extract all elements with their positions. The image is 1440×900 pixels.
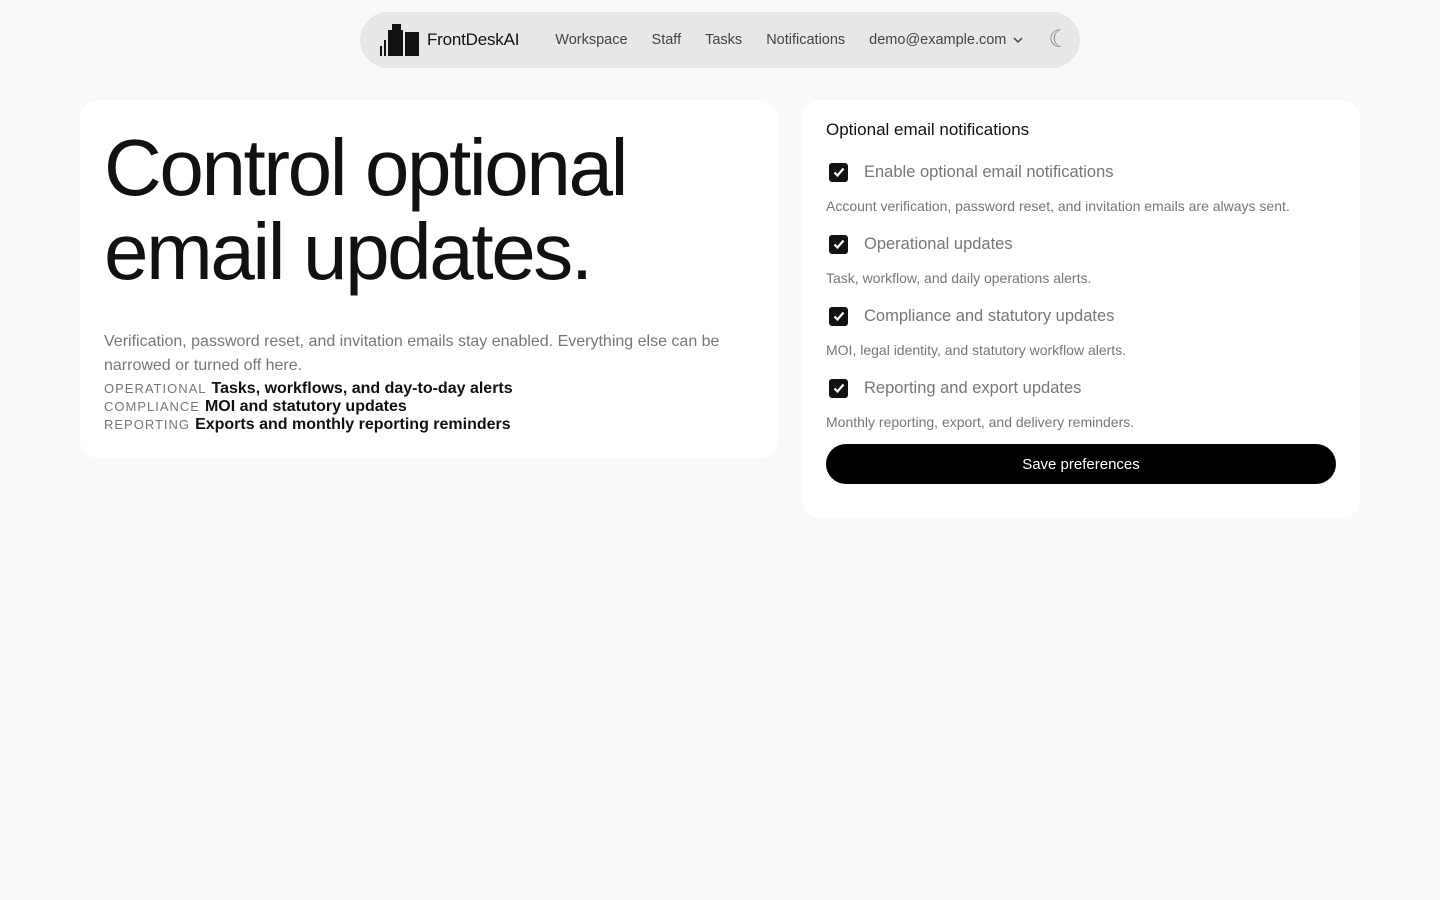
preferences-card: Optional email notifications Enable opti… <box>802 100 1360 518</box>
operational-toggle[interactable]: Operational updates <box>826 228 1336 260</box>
category-value: Exports and monthly reporting reminders <box>195 416 511 433</box>
option-enable-optional: Enable optional email notifications Acco… <box>826 156 1336 214</box>
checkbox-operational[interactable] <box>829 234 848 254</box>
reporting-toggle[interactable]: Reporting and export updates <box>826 372 1336 404</box>
option-help: Account verification, password reset, an… <box>826 198 1290 214</box>
page-title: Control optional email updates. <box>104 123 628 296</box>
nav-link-staff[interactable]: Staff <box>652 32 682 48</box>
checkbox-enable-optional[interactable] <box>829 162 848 182</box>
category-list: OPERATIONAL Tasks, workflows, and day-to… <box>104 380 754 434</box>
option-label: Reporting and export updates <box>864 378 1082 397</box>
checkbox-reporting[interactable] <box>829 378 848 398</box>
save-preferences-button[interactable]: Save preferences <box>826 444 1336 484</box>
category-value: MOI and statutory updates <box>204 398 407 415</box>
option-help: Task, workflow, and daily operations ale… <box>826 270 1092 286</box>
check-icon <box>833 311 844 322</box>
option-label: Operational updates <box>864 234 1013 253</box>
option-help: MOI, legal identity, and statutory workf… <box>826 342 1127 358</box>
category-tag: REPORTING <box>104 417 191 432</box>
category-item-operational: OPERATIONAL Tasks, workflows, and day-to… <box>104 380 754 398</box>
check-icon <box>833 383 844 394</box>
category-tag: COMPLIANCE <box>104 399 200 414</box>
category-tag: OPERATIONAL <box>104 381 207 396</box>
check-icon <box>833 167 844 178</box>
option-reporting: Reporting and export updates Monthly rep… <box>826 372 1336 430</box>
compliance-toggle[interactable]: Compliance and statutory updates <box>826 300 1336 332</box>
preferences-title: Optional email notifications <box>826 120 1030 139</box>
hero-description: Verification, password reset, and invita… <box>104 333 720 374</box>
hero-card: Control optional email updates. Verifica… <box>80 100 778 458</box>
option-operational: Operational updates Task, workflow, and … <box>826 228 1336 286</box>
chevron-down-icon <box>1013 37 1023 44</box>
option-label: Enable optional email notifications <box>864 162 1114 181</box>
account-email: demo@example.com <box>869 32 1007 48</box>
nav-link-workspace[interactable]: Workspace <box>555 32 627 48</box>
enable-optional-toggle[interactable]: Enable optional email notifications <box>826 156 1336 188</box>
account-menu[interactable]: demo@example.com <box>869 32 1024 48</box>
checkbox-compliance[interactable] <box>829 306 848 326</box>
check-icon <box>833 239 844 250</box>
category-value: Tasks, workflows, and day-to-day alerts <box>211 380 513 397</box>
nav-link-tasks[interactable]: Tasks <box>705 32 742 48</box>
brand[interactable]: FrontDeskAI <box>380 24 519 56</box>
top-nav: FrontDeskAI Workspace Staff Tasks Notifi… <box>360 12 1080 68</box>
building-logo-icon <box>380 24 419 56</box>
option-help: Monthly reporting, export, and delivery … <box>826 414 1135 430</box>
option-label: Compliance and statutory updates <box>864 306 1115 325</box>
option-compliance: Compliance and statutory updates MOI, le… <box>826 300 1336 358</box>
nav-link-notifications[interactable]: Notifications <box>766 32 845 48</box>
category-item-reporting: REPORTING Exports and monthly reporting … <box>104 416 754 434</box>
category-item-compliance: COMPLIANCE MOI and statutory updates <box>104 398 754 416</box>
brand-name: FrontDeskAI <box>427 30 520 49</box>
moon-icon[interactable]: ☾ <box>1048 28 1070 52</box>
